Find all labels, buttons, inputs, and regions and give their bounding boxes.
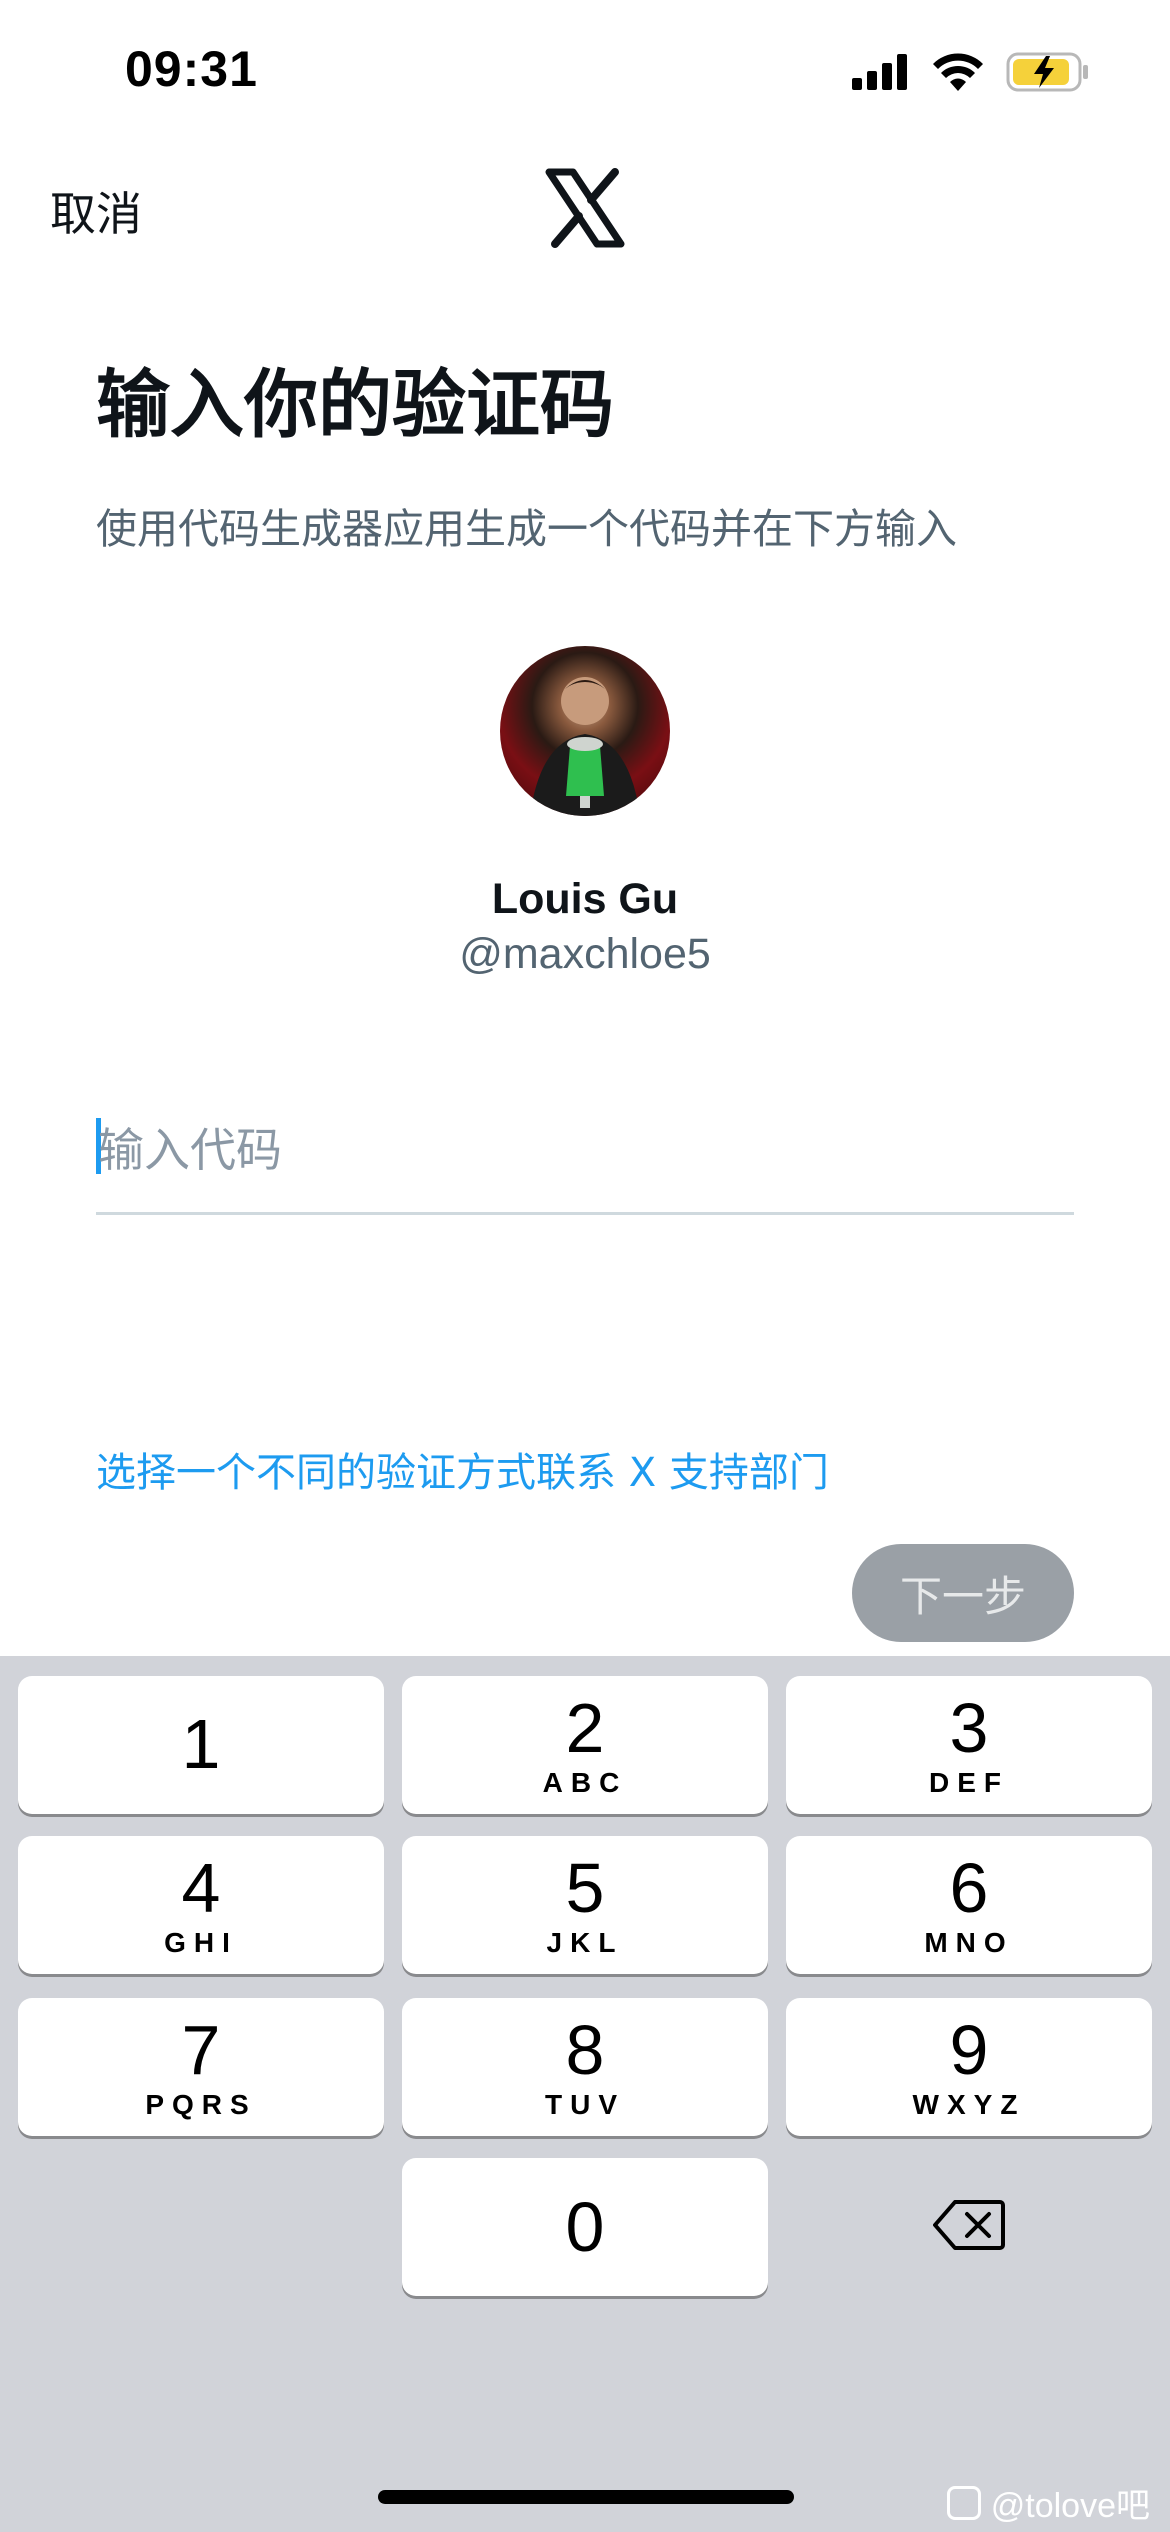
key-letters: TUV — [545, 2089, 625, 2120]
user-handle: @maxchloe5 — [459, 930, 711, 978]
page-title: 输入你的验证码 — [96, 362, 614, 448]
next-button[interactable]: 下一步 — [852, 1544, 1074, 1642]
code-input[interactable] — [98, 1110, 1068, 1190]
avatar — [500, 646, 670, 816]
key-digit: 8 — [565, 2011, 605, 2089]
watermark-text: @tolove吧 — [990, 2487, 1150, 2525]
cancel-button[interactable]: 取消 — [50, 178, 142, 244]
key-letters: MNO — [924, 1927, 1014, 1958]
key-letters: PQRS — [145, 2089, 257, 2120]
key-digit: 2 — [565, 1689, 605, 1767]
wifi-icon — [932, 53, 984, 95]
home-indicator[interactable] — [378, 2490, 794, 2504]
key-digit: 9 — [949, 2011, 989, 2089]
key-letters: ABC — [542, 1767, 628, 1798]
key-letters: DEF — [929, 1767, 1009, 1798]
key-5[interactable]: 5 JKL — [402, 1836, 768, 1974]
watermark-icon — [946, 2485, 981, 2520]
key-letters: GHI — [164, 1927, 238, 1958]
key-0[interactable]: 0 — [402, 2158, 768, 2296]
signal-icon — [852, 54, 910, 94]
key-letters: JKL — [546, 1927, 624, 1958]
delete-key[interactable] — [786, 2158, 1152, 2296]
key-digit: 1 — [181, 1705, 221, 1783]
key-4[interactable]: 4 GHI — [18, 1836, 384, 1974]
key-digit: 3 — [949, 1689, 989, 1767]
key-digit: 6 — [949, 1849, 989, 1927]
key-letters: WXYZ — [912, 2089, 1026, 2120]
key-9[interactable]: 9 WXYZ — [786, 1998, 1152, 2136]
x-logo-icon — [545, 168, 625, 248]
key-digit: 7 — [181, 2011, 221, 2089]
key-digit: 4 — [181, 1849, 221, 1927]
key-7[interactable]: 7 PQRS — [18, 1998, 384, 2136]
code-field — [96, 1110, 1074, 1215]
key-6[interactable]: 6 MNO — [786, 1836, 1152, 1974]
status-time: 09:31 — [125, 41, 258, 97]
backspace-icon — [933, 2199, 1005, 2255]
key-2[interactable]: 2 ABC — [402, 1676, 768, 1814]
key-3[interactable]: 3 DEF — [786, 1676, 1152, 1814]
watermark: @tolove吧 — [946, 2478, 1150, 2527]
status-icons — [852, 52, 1090, 96]
verification-screen: 09:31 取消 输入你的验证码 使用代码生成器应用生成一个代码并在下方输入 L… — [0, 0, 1170, 2532]
page-subtitle: 使用代码生成器应用生成一个代码并在下方输入 — [96, 505, 957, 553]
alt-verification-link[interactable]: 选择一个不同的验证方式联系 X 支持部门 — [96, 1440, 829, 1498]
key-digit: 0 — [565, 2188, 605, 2266]
user-name: Louis Gu — [491, 875, 679, 923]
key-digit: 5 — [565, 1849, 605, 1927]
battery-charging-icon — [1006, 52, 1090, 96]
key-1[interactable]: 1 — [18, 1676, 384, 1814]
numeric-keypad: 1 2 ABC 3 DEF 4 GHI 5 JKL 6 MNO 7 PQRS 8 — [0, 1656, 1170, 2532]
key-8[interactable]: 8 TUV — [402, 1998, 768, 2136]
